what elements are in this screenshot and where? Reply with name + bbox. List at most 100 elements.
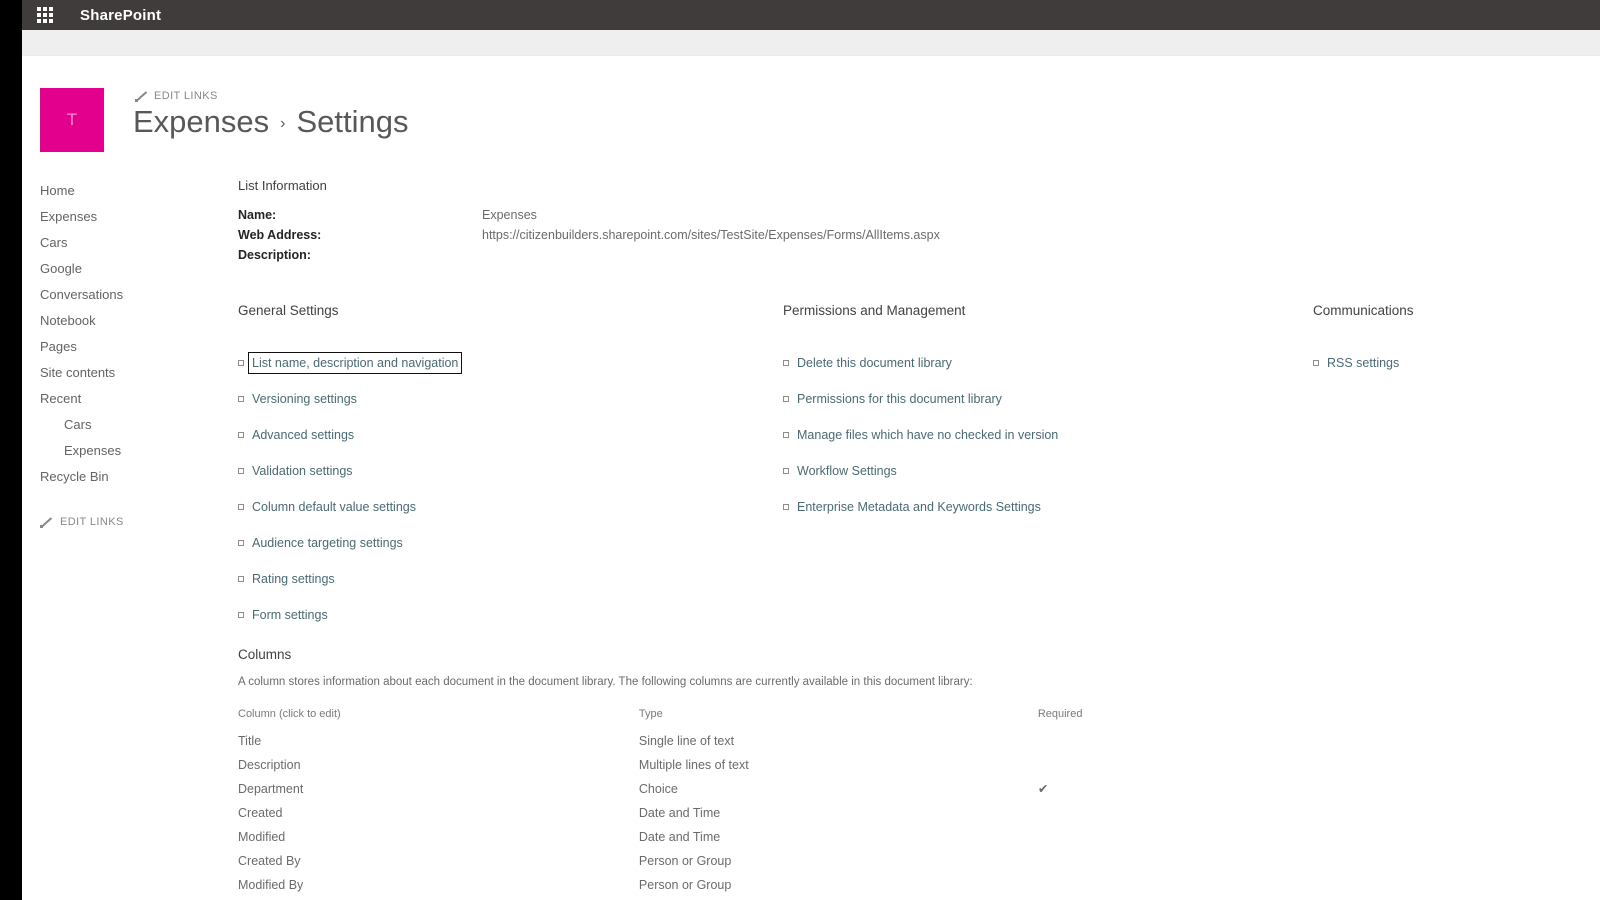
table-row[interactable]: Created By Person or Group [238, 854, 1118, 878]
square-bullet-icon [238, 540, 244, 546]
sidebar-item-recent[interactable]: Recent [40, 386, 220, 412]
column-required-created-by [1038, 854, 1118, 878]
table-row[interactable]: Created Date and Time [238, 806, 1118, 830]
sidebar-item-cars[interactable]: Cars [40, 230, 220, 256]
table-row[interactable]: Title Single line of text [238, 734, 1118, 758]
setting-row-rss-settings: RSS settings [1313, 345, 1573, 381]
setting-row-versioning-settings: Versioning settings [238, 381, 758, 417]
column-required-modified [1038, 830, 1118, 854]
link-column-default-value-settings[interactable]: Column default value settings [252, 500, 416, 514]
column-header-name: Column (click to edit) [238, 708, 341, 720]
breadcrumb-parent-link[interactable]: Expenses [133, 104, 269, 140]
sidebar-item-notebook[interactable]: Notebook [40, 308, 220, 334]
square-bullet-icon [238, 504, 244, 510]
link-rss-settings[interactable]: RSS settings [1327, 356, 1399, 370]
list-info-row-description: Description: [238, 245, 1578, 265]
link-workflow-settings[interactable]: Workflow Settings [797, 464, 897, 478]
square-bullet-icon [783, 432, 789, 438]
link-enterprise-metadata-and-keywords-settings[interactable]: Enterprise Metadata and Keywords Setting… [797, 500, 1041, 514]
setting-row-column-default-value-settings: Column default value settings [238, 489, 758, 525]
columns-table: Column (click to edit) Type Required Tit… [238, 708, 1118, 900]
column-name-created[interactable]: Created [238, 806, 639, 830]
column-type-department: Choice [638, 782, 678, 796]
sidebar-item-recycle-bin[interactable]: Recycle Bin [40, 464, 220, 490]
link-form-settings[interactable]: Form settings [252, 608, 328, 622]
sidebar-item-site-contents[interactable]: Site contents [40, 360, 220, 386]
setting-row-permissions-for-this-document-library: Permissions for this document library [783, 381, 1343, 417]
square-bullet-icon [1313, 360, 1319, 366]
sharepoint-brand-link[interactable]: SharePoint [80, 7, 161, 24]
permissions-management-column: Permissions and Management Delete this d… [783, 303, 1343, 525]
column-required-created [1038, 806, 1118, 830]
square-bullet-icon [783, 396, 789, 402]
setting-row-list-name-description-navigation: List name, description and navigation [238, 345, 758, 381]
table-row[interactable]: Modified Date and Time [238, 830, 1118, 854]
square-bullet-icon [238, 576, 244, 582]
column-name-department[interactable]: Department [238, 782, 639, 806]
suite-bar: SharePoint [22, 0, 1600, 30]
link-validation-settings[interactable]: Validation settings [252, 464, 353, 478]
column-name-title[interactable]: Title [238, 734, 639, 758]
column-name-description[interactable]: Description [238, 758, 639, 782]
sidebar-item-home[interactable]: Home [40, 178, 220, 204]
column-name-created-by[interactable]: Created By [238, 854, 639, 878]
list-info-value-web-address: https://citizenbuilders.sharepoint.com/s… [482, 228, 940, 242]
square-bullet-icon [783, 468, 789, 474]
list-information-table: Name: Expenses Web Address: https://citi… [238, 205, 1578, 265]
site-header: T EDIT LINKS Expenses › Settings [40, 88, 940, 158]
communications-column: Communications RSS settings [1313, 303, 1573, 381]
link-delete-this-document-library[interactable]: Delete this document library [797, 356, 952, 370]
column-name-modified[interactable]: Modified [238, 830, 639, 854]
list-information-heading: List Information [238, 178, 327, 193]
edit-links-sidebar-label: EDIT LINKS [60, 516, 124, 528]
edit-links-sidebar-button[interactable]: EDIT LINKS [40, 516, 220, 528]
settings-content: List Information Name: Expenses Web Addr… [238, 178, 1578, 900]
pencil-icon [135, 90, 147, 102]
link-versioning-settings[interactable]: Versioning settings [252, 392, 357, 406]
link-permissions-for-this-document-library[interactable]: Permissions for this document library [797, 392, 1002, 406]
link-audience-targeting-settings[interactable]: Audience targeting settings [252, 536, 403, 550]
column-required-description [1038, 758, 1118, 782]
setting-row-form-settings: Form settings [238, 597, 758, 633]
list-info-row-name: Name: Expenses [238, 205, 1578, 225]
communications-heading: Communications [1313, 303, 1414, 318]
site-logo[interactable]: T [40, 88, 104, 152]
link-rating-settings[interactable]: Rating settings [252, 572, 335, 586]
column-required-modified-by [1038, 878, 1118, 900]
sidebar-item-recent-cars[interactable]: Cars [40, 412, 220, 438]
app-launcher-waffle-icon[interactable] [36, 6, 54, 24]
sidebar-item-expenses[interactable]: Expenses [40, 204, 220, 230]
setting-row-rating-settings: Rating settings [238, 561, 758, 597]
column-header-type: Type [638, 708, 663, 720]
table-row[interactable]: Modified By Person or Group [238, 878, 1118, 900]
square-bullet-icon [238, 396, 244, 402]
table-row[interactable]: Department Choice ✔ [238, 782, 1118, 806]
general-settings-heading: General Settings [238, 303, 339, 318]
link-manage-files-which-have-no-checked-in-version[interactable]: Manage files which have no checked in ve… [797, 428, 1058, 442]
square-bullet-icon [238, 360, 244, 366]
columns-description: A column stores information about each d… [238, 676, 973, 688]
sidebar-item-recent-expenses[interactable]: Expenses [40, 438, 220, 464]
column-type-title: Single line of text [638, 734, 735, 748]
link-list-name-description-and-navigation[interactable]: List name, description and navigation [247, 352, 463, 374]
table-row[interactable]: Description Multiple lines of text [238, 758, 1118, 782]
list-info-label-name: Name: [238, 208, 277, 222]
square-bullet-icon [783, 360, 789, 366]
column-header-required: Required [1037, 708, 1083, 720]
sidebar-item-pages[interactable]: Pages [40, 334, 220, 360]
suite-nav-band [22, 30, 1600, 56]
square-bullet-icon [238, 612, 244, 618]
column-required-department: ✔ [1037, 782, 1049, 796]
column-name-modified-by[interactable]: Modified By [238, 878, 639, 900]
setting-row-workflow-settings: Workflow Settings [783, 453, 1343, 489]
sidebar-item-google[interactable]: Google [40, 256, 220, 282]
setting-row-advanced-settings: Advanced settings [238, 417, 758, 453]
column-type-modified-by: Person or Group [638, 878, 732, 892]
setting-row-validation-settings: Validation settings [238, 453, 758, 489]
link-advanced-settings[interactable]: Advanced settings [252, 428, 354, 442]
general-settings-column: General Settings List name, description … [238, 303, 758, 633]
sharepoint-settings-page: SharePoint T EDIT LINKS Expenses › Setti… [0, 0, 1600, 900]
page-left-gutter [0, 0, 22, 900]
edit-links-top-button[interactable]: EDIT LINKS [135, 90, 218, 102]
sidebar-item-conversations[interactable]: Conversations [40, 282, 220, 308]
